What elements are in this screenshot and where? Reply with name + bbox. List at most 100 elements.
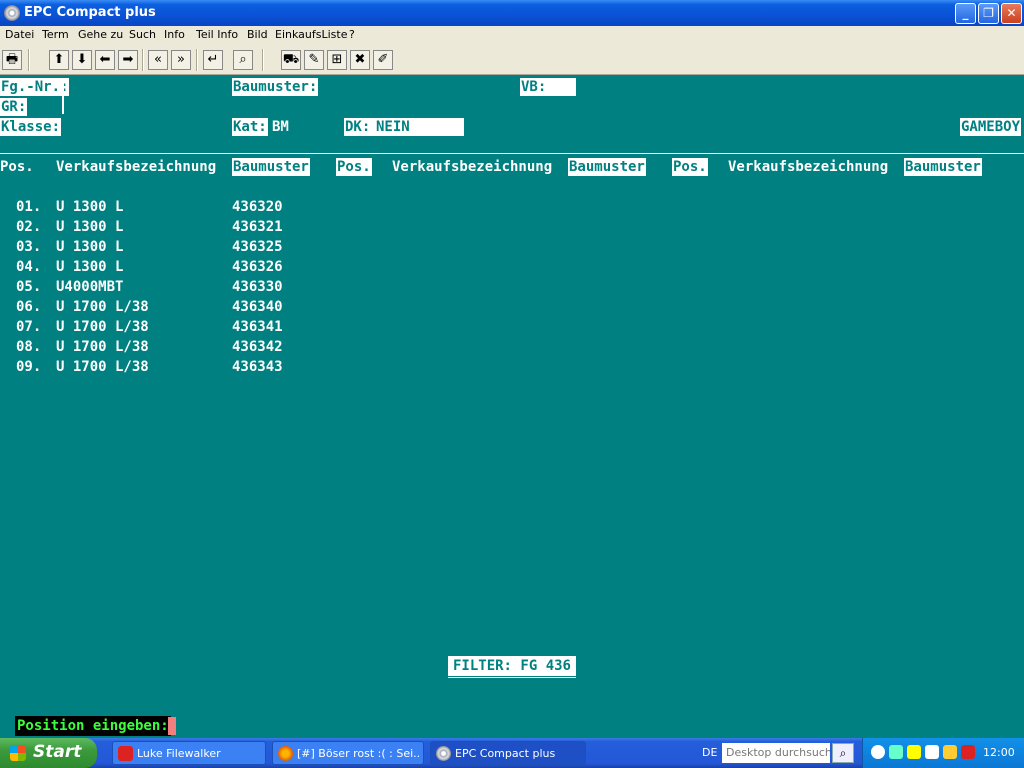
row-name: U 1700 L/38 bbox=[56, 359, 149, 375]
menu-einkaufsliste[interactable]: EinkaufsListe bbox=[275, 28, 347, 41]
page-back-icon[interactable]: « bbox=[148, 50, 168, 70]
input-cursor[interactable] bbox=[168, 717, 176, 735]
app-disc-icon bbox=[436, 746, 451, 761]
toolbar-separator bbox=[196, 49, 198, 71]
header-baumuster-1: Baumuster bbox=[232, 158, 310, 176]
header-pos-1: Pos. bbox=[0, 159, 34, 175]
print-icon[interactable]: 🖶 bbox=[2, 50, 22, 70]
close-button[interactable]: ✕ bbox=[1001, 3, 1022, 24]
menu-info[interactable]: Info bbox=[164, 28, 185, 41]
menu-gehe-zu[interactable]: Gehe zu bbox=[78, 28, 123, 41]
task-label: [#] Böser rost :( : Sei... bbox=[297, 747, 420, 760]
row-baumuster: 436330 bbox=[232, 279, 283, 295]
arrow-down-icon[interactable]: ⬇ bbox=[72, 50, 92, 70]
row-pos: 09. bbox=[16, 359, 42, 375]
header-verkauf-3: Verkaufsbezeichnung bbox=[728, 159, 889, 175]
magnifier-icon[interactable]: ⌕ bbox=[233, 50, 253, 70]
back-arrow-icon[interactable] bbox=[871, 745, 885, 759]
menu-datei[interactable]: Datei bbox=[5, 28, 34, 41]
header-verkauf-2: Verkaufsbezeichnung bbox=[392, 159, 553, 175]
row-pos: 02. bbox=[16, 219, 42, 235]
row-pos: 08. bbox=[16, 339, 42, 355]
cart-icon[interactable]: ⊞ bbox=[327, 50, 347, 70]
row-name: U 1300 L bbox=[56, 239, 124, 255]
menu-term[interactable]: Term bbox=[42, 28, 69, 41]
security-icon[interactable] bbox=[943, 745, 957, 759]
row-pos: 04. bbox=[16, 259, 42, 275]
antivirus-tray-icon[interactable] bbox=[961, 745, 975, 759]
row-name: U 1700 L/38 bbox=[56, 299, 149, 315]
terminal-screen[interactable]: Fg.-Nr.: GR: Klasse: Baumuster: VB: Kat:… bbox=[0, 76, 1024, 738]
page-forward-icon[interactable]: » bbox=[171, 50, 191, 70]
menu-bar: Datei Term Gehe zu Such Info Teil Info B… bbox=[0, 26, 1024, 45]
system-tray: 12:00 bbox=[862, 738, 1024, 768]
volume-icon[interactable] bbox=[907, 745, 921, 759]
row-pos: 03. bbox=[16, 239, 42, 255]
title-bar[interactable]: EPC Compact plus _ ❐ ✕ bbox=[0, 0, 1024, 26]
taskbar-item-browser[interactable]: [#] Böser rost :( : Sei... bbox=[272, 741, 424, 765]
gr-label: GR: bbox=[0, 98, 28, 116]
minimize-button[interactable]: _ bbox=[955, 3, 976, 24]
separator-line bbox=[0, 153, 1024, 154]
cart-remove-icon[interactable]: ✖ bbox=[350, 50, 370, 70]
header-baumuster-2: Baumuster bbox=[568, 158, 646, 176]
vb-label: VB: bbox=[520, 78, 548, 96]
language-indicator[interactable]: DE bbox=[702, 746, 717, 759]
arrow-up-icon[interactable]: ⬆ bbox=[49, 50, 69, 70]
start-button[interactable]: Start bbox=[0, 738, 97, 768]
taskbar-item-epc[interactable]: EPC Compact plus bbox=[430, 741, 586, 765]
restore-button[interactable]: ❐ bbox=[978, 3, 999, 24]
enter-icon[interactable]: ↵ bbox=[203, 50, 223, 70]
arrow-right-icon[interactable]: ➡ bbox=[118, 50, 138, 70]
row-pos: 06. bbox=[16, 299, 42, 315]
app-disc-icon bbox=[4, 5, 20, 21]
network-icon[interactable] bbox=[889, 745, 903, 759]
row-baumuster: 436320 bbox=[232, 199, 283, 215]
row-baumuster: 436340 bbox=[232, 299, 283, 315]
truck-icon[interactable]: ⛟ bbox=[281, 50, 301, 70]
row-baumuster: 436326 bbox=[232, 259, 283, 275]
row-baumuster: 436325 bbox=[232, 239, 283, 255]
windows-flag-icon bbox=[10, 745, 26, 761]
taskbar-item-luke-filewalker[interactable]: Luke Filewalker bbox=[112, 741, 266, 765]
menu-help[interactable]: ? bbox=[349, 28, 355, 41]
row-name: U 1300 L bbox=[56, 259, 124, 275]
toolbar-separator bbox=[28, 49, 30, 71]
fg-nr-field[interactable] bbox=[62, 78, 64, 114]
menu-teil-info[interactable]: Teil Info bbox=[196, 28, 238, 41]
list-edit-icon[interactable]: ✐ bbox=[373, 50, 393, 70]
row-baumuster: 436342 bbox=[232, 339, 283, 355]
row-name: U 1700 L/38 bbox=[56, 319, 149, 335]
taskbar: Start Luke Filewalker [#] Böser rost :( … bbox=[0, 738, 1024, 768]
menu-such[interactable]: Such bbox=[129, 28, 156, 41]
dk-value: NEIN bbox=[376, 119, 410, 135]
antivirus-icon bbox=[118, 746, 133, 761]
desktop-search-input[interactable]: Desktop durchsuchen bbox=[722, 743, 830, 763]
row-name: U 1700 L/38 bbox=[56, 339, 149, 355]
row-baumuster: 436321 bbox=[232, 219, 283, 235]
window-title: EPC Compact plus bbox=[24, 5, 156, 20]
row-pos: 07. bbox=[16, 319, 42, 335]
toolbar: 🖶 ⬆ ⬇ ⬅ ➡ « » ↵ ⌕ ⛟ ✎ ⊞ ✖ ✐ bbox=[0, 45, 1024, 75]
task-label: Luke Filewalker bbox=[137, 747, 221, 760]
kat-value: BM bbox=[272, 119, 289, 135]
start-label: Start bbox=[33, 742, 82, 762]
row-name: U 1300 L bbox=[56, 219, 124, 235]
gameboy-label: GAMEBOY bbox=[960, 118, 1022, 136]
header-baumuster-3: Baumuster bbox=[904, 158, 982, 176]
task-label: EPC Compact plus bbox=[455, 747, 556, 760]
arrow-left-icon[interactable]: ⬅ bbox=[95, 50, 115, 70]
firefox-icon bbox=[278, 746, 293, 761]
header-verkauf-1: Verkaufsbezeichnung bbox=[56, 159, 217, 175]
vb-field[interactable] bbox=[546, 78, 576, 96]
search-icon[interactable]: ⌕ bbox=[832, 743, 854, 763]
toolbar-separator bbox=[262, 49, 264, 71]
menu-bild[interactable]: Bild bbox=[247, 28, 268, 41]
wireless-icon[interactable] bbox=[925, 745, 939, 759]
kat-label: Kat: bbox=[232, 118, 268, 136]
row-baumuster: 436343 bbox=[232, 359, 283, 375]
clock[interactable]: 12:00 bbox=[983, 746, 1015, 759]
row-name: U4000MBT bbox=[56, 279, 124, 295]
notepad-icon[interactable]: ✎ bbox=[304, 50, 324, 70]
fg-nr-label: Fg.-Nr.: bbox=[0, 78, 70, 96]
